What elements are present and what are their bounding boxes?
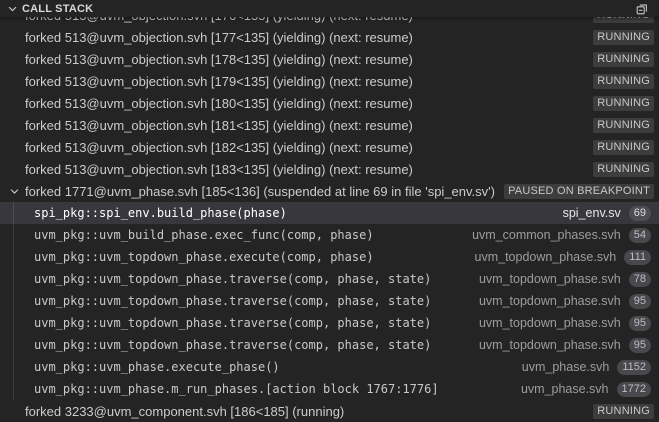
frame-label: uvm_pkg::uvm_topdown_phase.traverse(comp… bbox=[34, 272, 432, 286]
file-location: uvm_phase.svh 1152 bbox=[521, 359, 659, 375]
frame-label: uvm_pkg::uvm_topdown_phase.traverse(comp… bbox=[34, 316, 432, 330]
callstack-thread-row[interactable]: forked 3233@uvm_component.svh [186<185] … bbox=[0, 400, 659, 422]
file-location: uvm_common_phases.svh 54 bbox=[472, 227, 659, 243]
callstack-frame-row[interactable]: uvm_pkg::uvm_topdown_phase.traverse(comp… bbox=[0, 268, 659, 290]
line-number-badge: 1772 bbox=[616, 381, 651, 397]
frame-label: spi_pkg::spi_env.build_phase(phase) bbox=[34, 206, 287, 220]
line-number-badge: 95 bbox=[628, 293, 651, 309]
callstack-frame-row[interactable]: uvm_pkg::uvm_topdown_phase.execute(comp,… bbox=[0, 246, 659, 268]
frame-label: uvm_pkg::uvm_topdown_phase.traverse(comp… bbox=[34, 294, 432, 308]
callstack-frame-row[interactable]: uvm_pkg::uvm_topdown_phase.traverse(comp… bbox=[0, 290, 659, 312]
file-location: uvm_topdown_phase.svh 95 bbox=[478, 293, 659, 309]
callstack-thread-row[interactable]: forked 513@uvm_objection.svh [177<135] (… bbox=[0, 26, 659, 48]
thread-label: forked 513@uvm_objection.svh [183<135] (… bbox=[25, 161, 413, 177]
callstack-thread-row[interactable]: forked 513@uvm_objection.svh [182<135] (… bbox=[0, 136, 659, 158]
frame-label: uvm_pkg::uvm_phase.m_run_phases.[action … bbox=[34, 382, 439, 396]
file-label: uvm_topdown_phase.svh bbox=[474, 250, 617, 264]
chevron-down-icon bbox=[7, 3, 18, 14]
file-label: uvm_phase.svh bbox=[521, 360, 610, 374]
frame-label: uvm_pkg::uvm_build_phase.exec_func(comp,… bbox=[34, 228, 374, 242]
frame-label: uvm_pkg::uvm_topdown_phase.traverse(comp… bbox=[34, 338, 432, 352]
thread-label: forked 513@uvm_objection.svh [177<135] (… bbox=[25, 29, 413, 45]
status-badge: PAUSED ON BREAKPOINT bbox=[504, 183, 654, 199]
status-badge: RUNNING bbox=[593, 73, 654, 89]
status-badge: RUNNING bbox=[593, 139, 654, 155]
line-number-badge: 69 bbox=[628, 205, 651, 221]
indent-guide bbox=[13, 334, 14, 356]
callstack-thread-row[interactable]: forked 513@uvm_objection.svh [179<135] (… bbox=[0, 70, 659, 92]
file-label: uvm_topdown_phase.svh bbox=[478, 272, 621, 286]
callstack-frame-row[interactable]: uvm_pkg::uvm_topdown_phase.traverse(comp… bbox=[0, 334, 659, 356]
indent-guide bbox=[13, 356, 14, 378]
call-stack-rows: forked 513@uvm_objection.svh [176<135] (… bbox=[0, 4, 659, 422]
file-label: uvm_topdown_phase.svh bbox=[478, 316, 621, 330]
callstack-frame-row[interactable]: uvm_pkg::uvm_phase.m_run_phases.[action … bbox=[0, 378, 659, 400]
line-number-badge: 95 bbox=[628, 337, 651, 353]
call-stack-header[interactable]: CALL STACK bbox=[0, 0, 659, 17]
line-number-badge: 111 bbox=[624, 249, 651, 265]
status-badge: RUNNING bbox=[593, 29, 654, 45]
thread-label: forked 513@uvm_objection.svh [178<135] (… bbox=[25, 51, 413, 67]
line-number-badge: 54 bbox=[628, 227, 651, 243]
callstack-thread-row[interactable]: forked 1771@uvm_phase.svh [185<136] (sus… bbox=[0, 180, 659, 202]
file-label: uvm_topdown_phase.svh bbox=[478, 338, 621, 352]
indent-guide bbox=[13, 290, 14, 312]
file-label: uvm_common_phases.svh bbox=[472, 228, 621, 242]
file-location: uvm_topdown_phase.svh 111 bbox=[474, 249, 659, 265]
indent-guide bbox=[13, 312, 14, 334]
status-badge: RUNNING bbox=[593, 161, 654, 177]
callstack-thread-row[interactable]: forked 513@uvm_objection.svh [178<135] (… bbox=[0, 48, 659, 70]
callstack-frame-row[interactable]: uvm_pkg::uvm_phase.execute_phase() uvm_ph… bbox=[0, 356, 659, 378]
line-number-badge: 1152 bbox=[617, 359, 651, 375]
indent-guide bbox=[13, 224, 14, 246]
thread-label: forked 513@uvm_objection.svh [182<135] (… bbox=[25, 139, 413, 155]
thread-label: forked 513@uvm_objection.svh [181<135] (… bbox=[25, 117, 413, 133]
callstack-thread-row[interactable]: forked 513@uvm_objection.svh [180<135] (… bbox=[0, 92, 659, 114]
frame-label: uvm_pkg::uvm_phase.execute_phase() bbox=[34, 360, 280, 374]
status-badge: RUNNING bbox=[593, 117, 654, 133]
thread-label: forked 1771@uvm_phase.svh [185<136] (sus… bbox=[25, 183, 495, 199]
file-location: uvm_topdown_phase.svh 78 bbox=[478, 271, 659, 287]
thread-label: forked 513@uvm_objection.svh [179<135] (… bbox=[25, 73, 413, 89]
file-location: uvm_phase.svh 1772 bbox=[520, 381, 659, 397]
callstack-thread-row[interactable]: forked 513@uvm_objection.svh [183<135] (… bbox=[0, 158, 659, 180]
callstack-frame-row[interactable]: uvm_pkg::uvm_build_phase.exec_func(comp,… bbox=[0, 224, 659, 246]
callstack-thread-row[interactable]: forked 513@uvm_objection.svh [181<135] (… bbox=[0, 114, 659, 136]
thread-label: forked 3233@uvm_component.svh [186<185] … bbox=[25, 403, 345, 419]
callstack-frame-row[interactable]: uvm_pkg::uvm_topdown_phase.traverse(comp… bbox=[0, 312, 659, 334]
frame-label: uvm_pkg::uvm_topdown_phase.execute(comp,… bbox=[34, 250, 374, 264]
pane-title: CALL STACK bbox=[22, 2, 94, 15]
status-badge: RUNNING bbox=[593, 403, 654, 419]
file-label: spi_env.sv bbox=[562, 206, 621, 220]
callstack-frame-row[interactable]: spi_pkg::spi_env.build_phase(phase) spi_e… bbox=[0, 202, 659, 224]
file-location: uvm_topdown_phase.svh 95 bbox=[478, 337, 659, 353]
indent-guide bbox=[13, 202, 14, 224]
chevron-down-icon[interactable] bbox=[9, 186, 20, 197]
call-stack-panel: CALL STACK forked 513@uvm_objection.svh … bbox=[0, 0, 659, 422]
thread-label: forked 513@uvm_objection.svh [180<135] (… bbox=[25, 95, 413, 111]
line-number-badge: 78 bbox=[628, 271, 651, 287]
file-label: uvm_phase.svh bbox=[520, 382, 609, 396]
indent-guide bbox=[13, 246, 14, 268]
line-number-badge: 95 bbox=[628, 315, 651, 331]
status-badge: RUNNING bbox=[593, 95, 654, 111]
file-location: spi_env.sv 69 bbox=[562, 205, 659, 221]
indent-guide bbox=[13, 378, 14, 400]
collapse-all-icon[interactable] bbox=[633, 1, 651, 17]
status-badge: RUNNING bbox=[593, 51, 654, 67]
indent-guide bbox=[13, 268, 14, 290]
file-label: uvm_topdown_phase.svh bbox=[478, 294, 621, 308]
file-location: uvm_topdown_phase.svh 95 bbox=[478, 315, 659, 331]
